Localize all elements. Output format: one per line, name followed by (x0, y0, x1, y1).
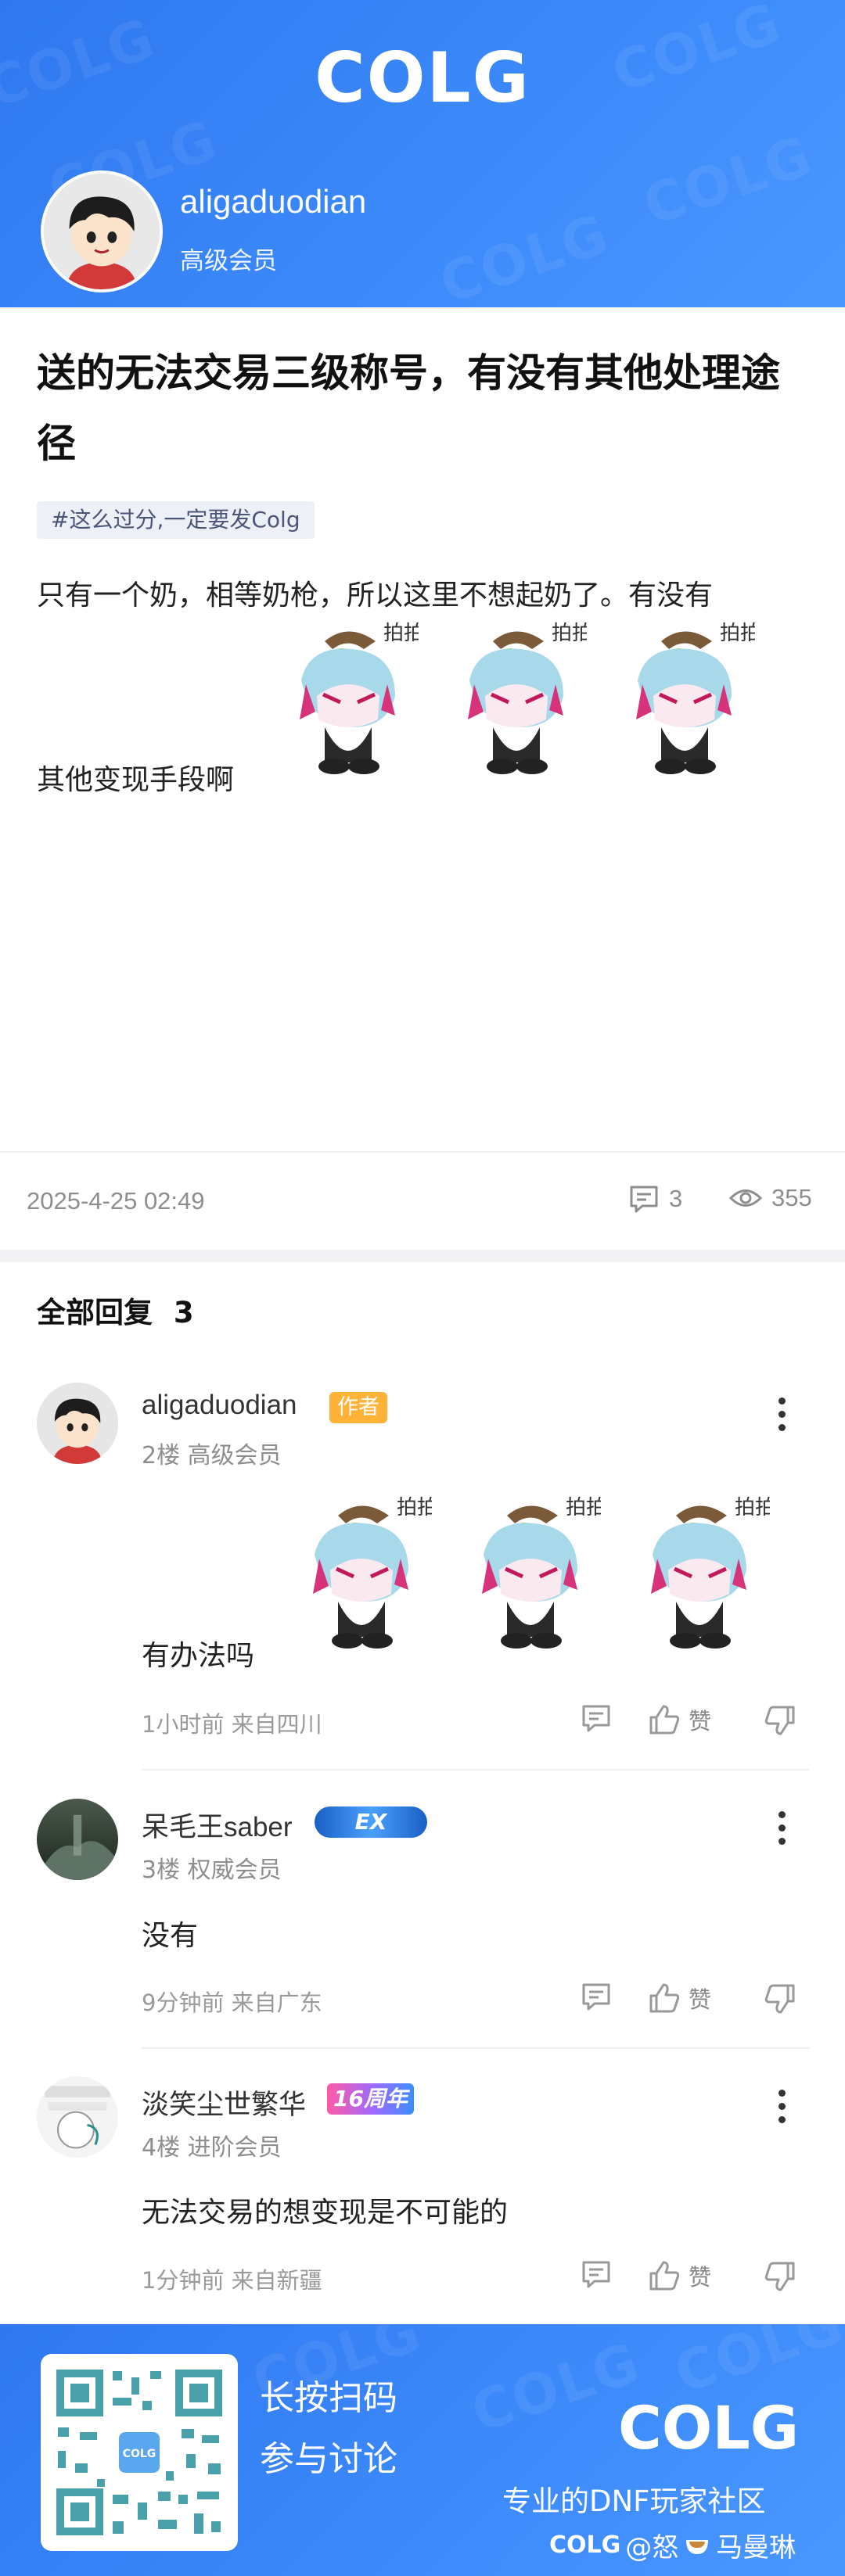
qr-code[interactable]: COLG (41, 2354, 238, 2551)
footer-slogan: 专业的DNF玩家社区 (502, 2485, 766, 2518)
like-label: 赞 (689, 1986, 712, 2013)
reply-comment-button[interactable] (581, 1982, 612, 2011)
cta-line: 长按扫码 (260, 2378, 397, 2418)
svg-text:拍拍: 拍拍 (397, 1496, 432, 1519)
reply-time-location: 1小时前 来自四川 (142, 1711, 322, 1738)
comment-icon (630, 1186, 658, 1213)
svg-text:拍拍: 拍拍 (735, 1496, 770, 1519)
sticker-image: 拍拍 (482, 1496, 601, 1649)
more-options-icon[interactable] (775, 1397, 790, 1437)
reply-content: 有办法吗 (142, 1640, 255, 1672)
watermark: COLG (635, 123, 821, 239)
sticker-image: 拍拍 (313, 1496, 432, 1649)
view-count: 355 (729, 1184, 812, 1212)
post-header: COLG COLG COLG COLG COLG COLG aligaduodi… (0, 0, 845, 307)
anniversary-badge: 16周年 (327, 2083, 414, 2115)
like-label: 赞 (689, 2264, 712, 2291)
comment-icon (582, 1705, 610, 1732)
colg-logo: COLG (618, 2393, 800, 2463)
thumbs-up-icon (649, 1983, 680, 2013)
topic-tag[interactable]: #这么过分,一定要发Colg (37, 501, 315, 539)
watermark: COLG (432, 201, 617, 307)
share-footer: COLG COLG COLG COLG 长按扫码 参与讨论 COLG 专业的DN… (0, 2324, 845, 2576)
reply-avatar[interactable] (37, 2076, 118, 2158)
comment-icon (582, 2261, 610, 2288)
reply-avatar[interactable] (37, 1383, 118, 1464)
comment-count[interactable]: 3 (628, 1184, 682, 1214)
like-label: 赞 (689, 1708, 712, 1735)
reply-separator (142, 1769, 809, 1771)
eye-icon (729, 1189, 762, 1207)
watermark-credit: COLG @怒 马曼琳 (549, 2526, 796, 2564)
credit-name: 马曼琳 (716, 2532, 796, 2563)
sticker-image: 拍拍 (468, 622, 587, 774)
svg-text:拍拍: 拍拍 (552, 622, 587, 645)
tea-cup-icon (686, 2539, 709, 2554)
credit-logo: COLG (549, 2531, 621, 2559)
author-avatar[interactable] (41, 170, 163, 292)
replies-header: 全部回复 3 (37, 1289, 194, 1331)
reply-avatar[interactable] (37, 1799, 118, 1880)
reply-username[interactable]: 淡笑尘世繁华 (142, 2083, 306, 2122)
reply-time-location: 9分钟前 来自广东 (142, 1989, 322, 2016)
replies-header-label: 全部回复 (37, 1296, 153, 1329)
dislike-button[interactable] (764, 2261, 796, 2292)
reply-time-location: 1分钟前 来自新疆 (142, 2267, 322, 2294)
thumbs-down-icon (764, 1706, 795, 1735)
thumbs-down-icon (764, 1984, 795, 2014)
sticker-image: 拍拍 (636, 622, 755, 774)
post-meta-bar: 2025-4-25 02:49 3 355 (0, 1151, 845, 1253)
more-options-icon[interactable] (775, 2090, 790, 2129)
reply-username[interactable]: 呆毛王saber (142, 1805, 293, 1845)
colg-logo: COLG (315, 38, 530, 118)
replies-count: 3 (173, 1296, 194, 1329)
comment-icon (582, 1983, 610, 2011)
svg-text:拍拍: 拍拍 (720, 622, 755, 645)
credit-text: @怒 (625, 2532, 679, 2563)
section-divider (0, 1250, 845, 1262)
like-button[interactable]: 赞 (648, 1703, 711, 1736)
reply-content: 没有 (142, 1920, 199, 1952)
sticker-image: 拍拍 (651, 1496, 770, 1649)
reply-username[interactable]: aligaduodian (142, 1390, 297, 1421)
svg-text:拍拍: 拍拍 (566, 1496, 601, 1519)
author-level: 高级会员 (180, 247, 277, 275)
dislike-button[interactable] (764, 1983, 796, 2015)
sticker-image: 拍拍 (300, 622, 419, 774)
reply-floor-level: 2楼 高级会员 (142, 1442, 282, 1469)
thumbs-up-icon (649, 2261, 680, 2291)
svg-text:拍拍: 拍拍 (383, 622, 419, 645)
cta-line: 参与讨论 (260, 2439, 397, 2479)
post-date: 2025-4-25 02:49 (27, 1187, 205, 1214)
dislike-button[interactable] (764, 1705, 796, 1736)
post-title: 送的无法交易三级称号，有没有其他处理途径 (37, 350, 780, 466)
author-name[interactable]: aligaduodian (180, 183, 366, 221)
more-options-icon[interactable] (775, 1811, 790, 1851)
post-body-line: 其他变现手段啊 (37, 764, 235, 796)
view-count-value: 355 (771, 1184, 812, 1211)
reply-floor-level: 3楼 权威会员 (142, 1857, 282, 1884)
reply-floor-level: 4楼 进阶会员 (142, 2134, 282, 2162)
reply-separator (142, 2047, 809, 2049)
post-body-line: 只有一个奶，相等奶枪，所以这里不想起奶了。有没有 (37, 579, 714, 612)
like-button[interactable]: 赞 (648, 1982, 711, 2015)
reply-content: 无法交易的想变现是不可能的 (142, 2197, 509, 2229)
ex-title-badge: EX (315, 1806, 427, 1838)
author-badge: 作者 (329, 1392, 387, 1423)
thumbs-up-icon (649, 1705, 680, 1735)
comment-count-value: 3 (669, 1185, 683, 1212)
thumbs-down-icon (764, 2262, 795, 2291)
reply-comment-button[interactable] (581, 1703, 612, 1733)
svg-text:COLG: COLG (123, 2448, 156, 2460)
like-button[interactable]: 赞 (648, 2259, 711, 2292)
reply-comment-button[interactable] (581, 2259, 612, 2289)
